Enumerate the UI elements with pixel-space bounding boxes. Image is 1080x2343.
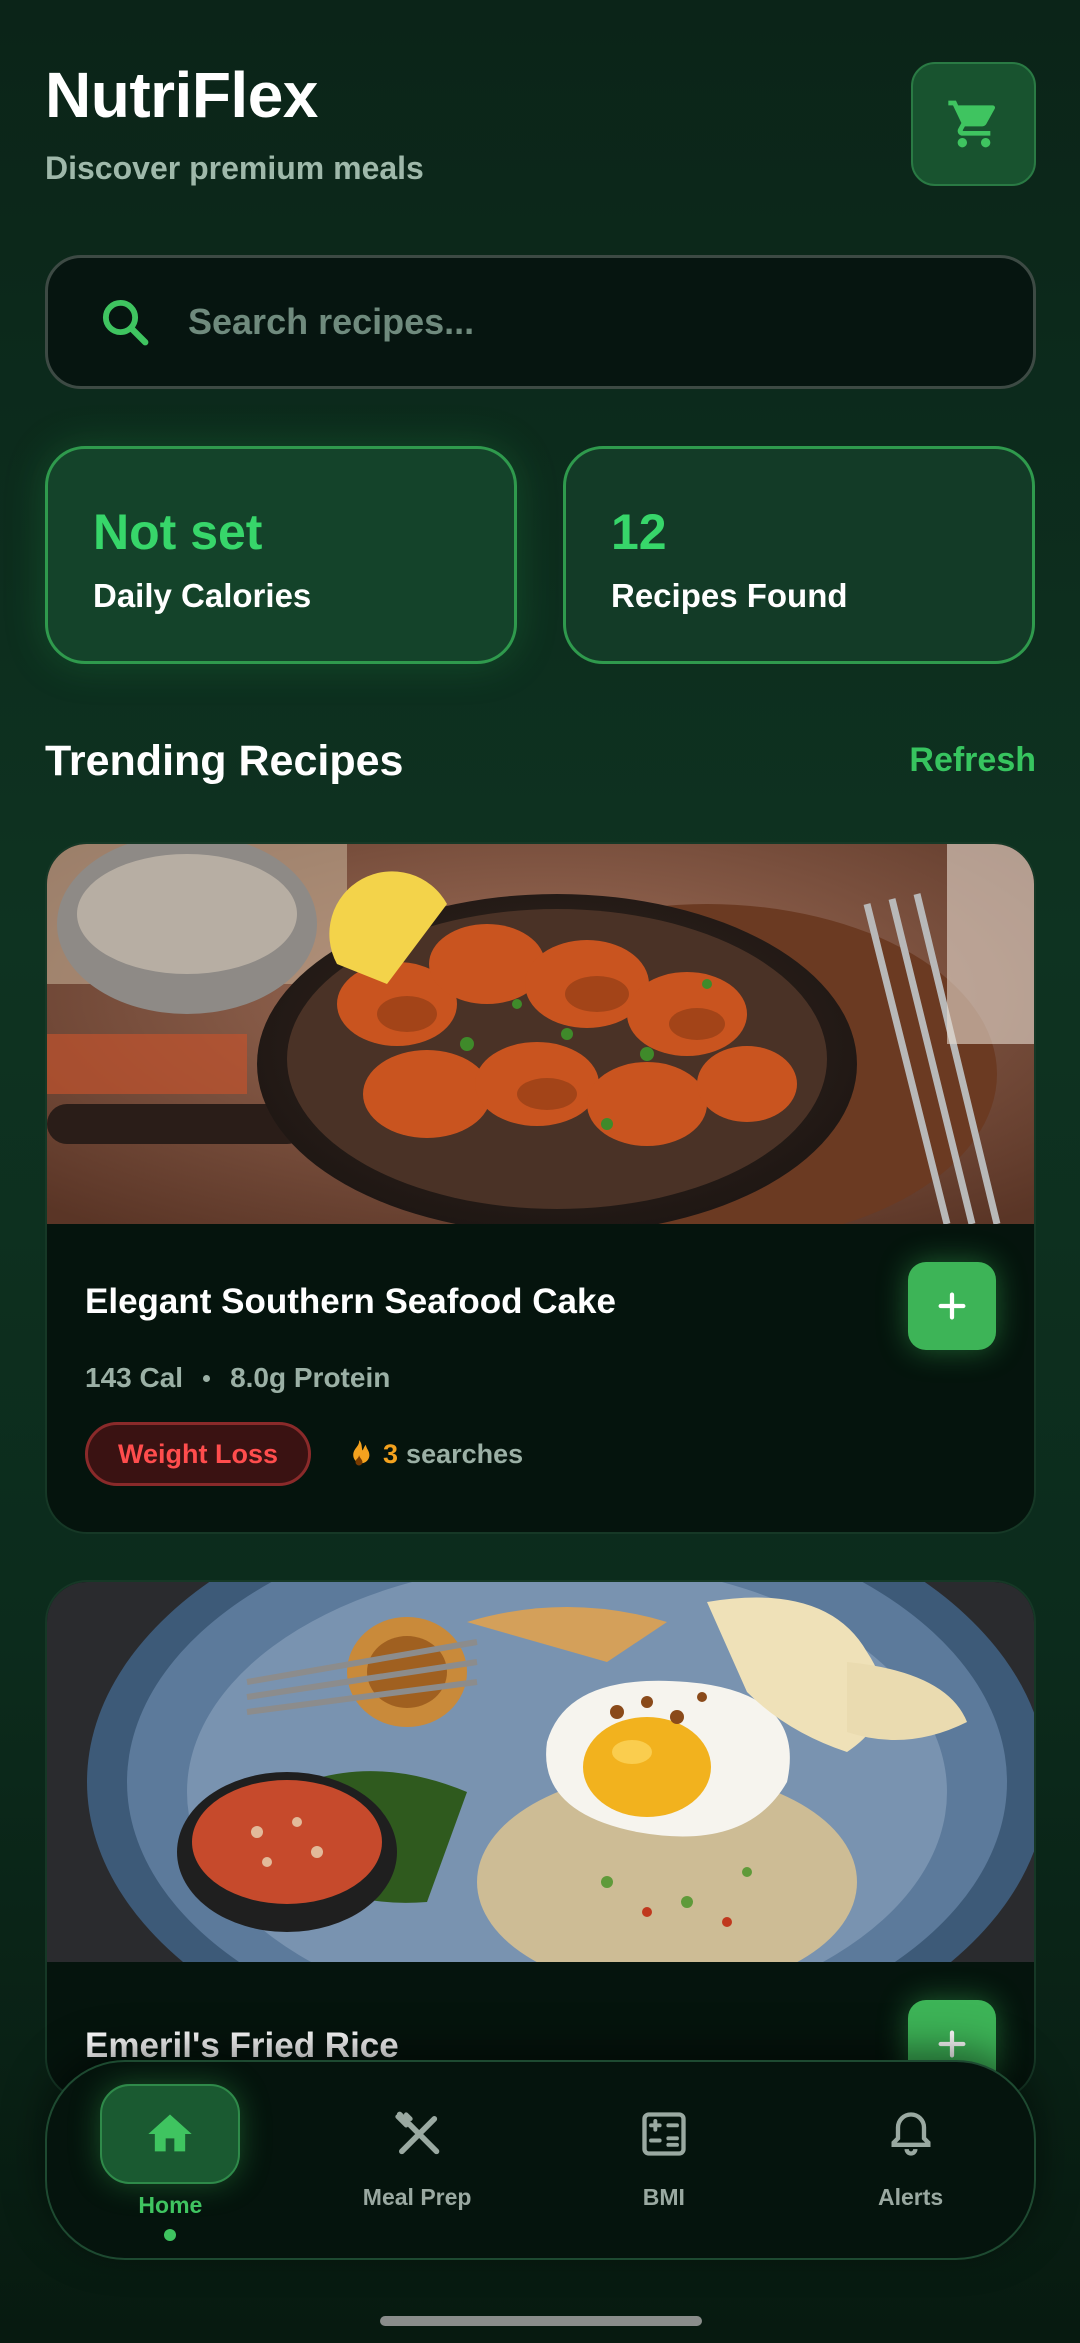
- nav-item-bmi[interactable]: BMI: [541, 2062, 788, 2258]
- section-title: Trending Recipes: [45, 737, 404, 785]
- home-icon: [148, 2114, 193, 2152]
- cart-button[interactable]: [911, 62, 1036, 186]
- recipe-image: [47, 1582, 1034, 1962]
- active-indicator: [164, 2229, 177, 2241]
- nav-label-alerts: Alerts: [878, 2184, 944, 2210]
- tag-row: Weight Loss 3 searches: [85, 1422, 996, 1486]
- recipe-name: Emeril's Fried Rice: [85, 2026, 399, 2065]
- diet-tag: Weight Loss: [85, 1422, 312, 1486]
- recipe-details: Elegant Southern Seafood Cake 143 Cal 8.…: [47, 1224, 1034, 1486]
- nav-item-meal-prep[interactable]: Meal Prep: [294, 2062, 541, 2258]
- recipe-name: Elegant Southern Seafood Cake: [85, 1282, 616, 1321]
- nav-item-home[interactable]: Home: [47, 2062, 294, 2258]
- daily-calories-label: Daily Calories: [93, 577, 312, 614]
- bottom-nav: Home Meal Prep BMI Alerts: [45, 2060, 1036, 2260]
- nav-label-meal-prep: Meal Prep: [362, 2184, 472, 2210]
- protein-text: 8.0g Protein: [230, 1362, 391, 1393]
- search-input[interactable]: [188, 301, 948, 343]
- home-pill: [100, 2084, 241, 2184]
- recipes-found-label: Recipes Found: [611, 577, 848, 614]
- daily-calories-value: Not set: [93, 504, 263, 560]
- nav-item-alerts[interactable]: Alerts: [787, 2062, 1034, 2258]
- search-icon: [102, 299, 149, 346]
- flame-icon: [353, 1440, 370, 1466]
- search-count-label: searches: [406, 1438, 524, 1469]
- recipe-details: Emeril's Fried Rice: [47, 1962, 1034, 2088]
- daily-calories-card[interactable]: Not set Daily Calories: [45, 446, 517, 664]
- recipe-card[interactable]: Emeril's Fried Rice: [45, 1580, 1036, 2100]
- separator-dot: [203, 1374, 211, 1382]
- add-recipe-button[interactable]: [908, 1262, 996, 1350]
- app-title: NutriFlex: [45, 59, 318, 131]
- refresh-button[interactable]: Refresh: [909, 741, 1036, 780]
- nav-label-bmi: BMI: [642, 2184, 685, 2210]
- recipe-image: [47, 844, 1034, 1224]
- search-count: 3 searches: [345, 1439, 523, 1470]
- utensils-icon: [395, 2111, 440, 2155]
- header: NutriFlex Discover premium meals: [45, 58, 424, 187]
- recipes-found-card[interactable]: 12 Recipes Found: [563, 446, 1035, 664]
- plus-icon: [938, 1292, 966, 1320]
- calculator-icon: [642, 2112, 686, 2156]
- app-subtitle: Discover premium meals: [45, 150, 424, 186]
- calories-text: 143 Cal: [85, 1362, 184, 1393]
- bell-icon: [891, 2112, 931, 2156]
- nav-label-home: Home: [138, 2192, 203, 2218]
- recipe-card[interactable]: Elegant Southern Seafood Cake 143 Cal 8.…: [45, 842, 1036, 1534]
- nutrition-info: 143 Cal 8.0g Protein: [85, 1362, 996, 1394]
- plus-icon: [938, 2030, 966, 2058]
- cart-icon: [947, 100, 995, 148]
- search-count-value: 3: [383, 1438, 399, 1469]
- search-bar[interactable]: [45, 255, 1036, 389]
- system-home-indicator[interactable]: [380, 2316, 702, 2326]
- recipes-found-value: 12: [611, 504, 667, 560]
